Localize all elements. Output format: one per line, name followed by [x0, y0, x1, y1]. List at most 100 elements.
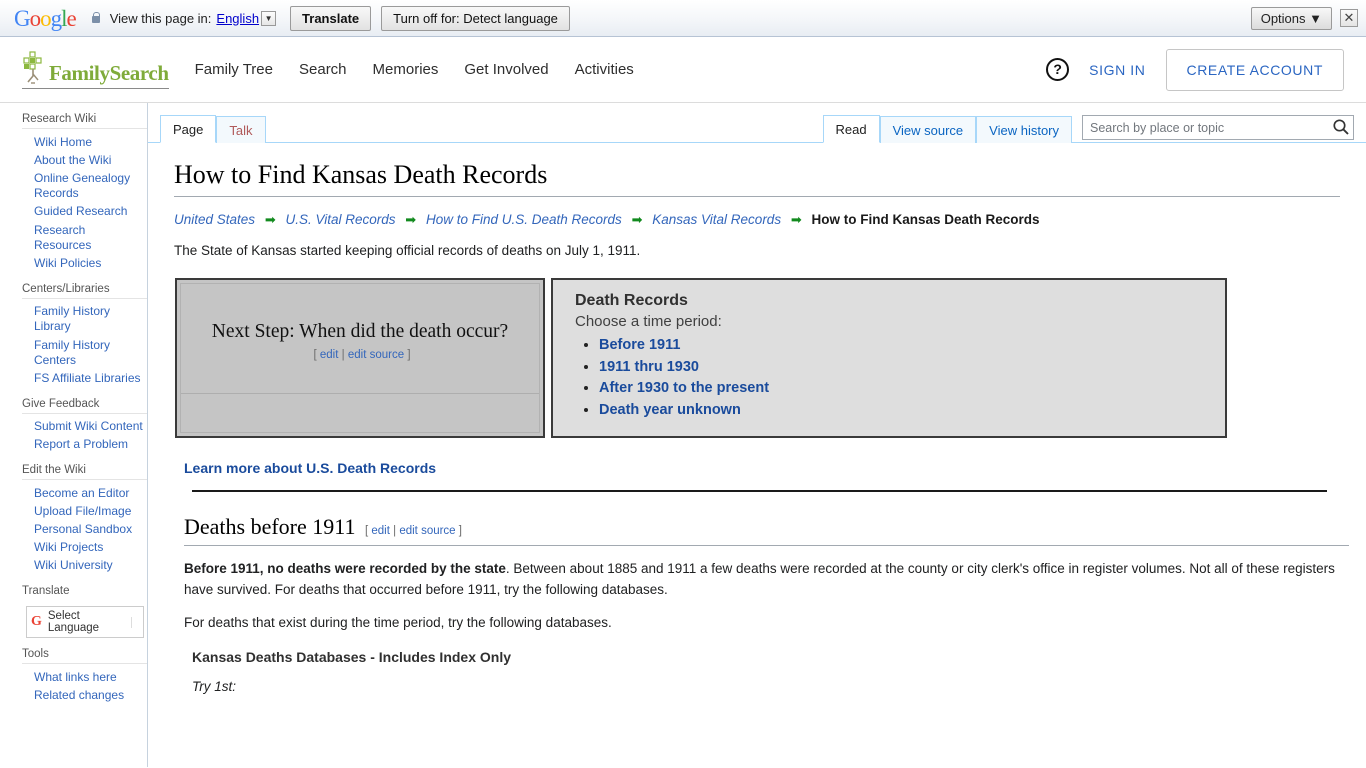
translate-options-button[interactable]: Options ▼	[1250, 6, 1332, 30]
sidebar-link-online-genealogy-records[interactable]: Online Genealogy Records	[22, 169, 147, 202]
next-step-table: Next Step: When did the death occur? [ e…	[175, 278, 1227, 439]
sidebar-link-wiki-projects[interactable]: Wiki Projects	[22, 539, 147, 557]
sidebar-item-about-the-wiki[interactable]: About the Wiki	[22, 151, 147, 169]
sidebar-item-research-resources[interactable]: Research Resources	[22, 221, 147, 254]
tab-read[interactable]: Read	[822, 115, 880, 143]
edit-link[interactable]: edit	[371, 525, 390, 537]
edit-source-link[interactable]: edit source	[399, 525, 455, 537]
tab-talk[interactable]: Talk	[216, 116, 266, 143]
help-icon[interactable]: ?	[1046, 58, 1070, 81]
sidebar-list-tools: What links here Related changes	[22, 663, 147, 704]
lock-icon	[90, 11, 102, 25]
translate-prompt-label: View this page in:	[109, 10, 212, 26]
sidebar-link-research-resources[interactable]: Research Resources	[22, 221, 147, 254]
sidebar-link-report-a-problem[interactable]: Report a Problem	[22, 436, 147, 454]
list-item[interactable]: After 1930 to the present	[599, 379, 1209, 396]
sidebar-item-wiki-university[interactable]: Wiki University	[22, 557, 147, 575]
sidebar-item-guided-research[interactable]: Guided Research	[22, 203, 147, 221]
breadcrumb-link-united-states[interactable]: United States	[174, 212, 255, 227]
familysearch-logo[interactable]: FamilySearch	[22, 50, 169, 89]
sidebar-link-guided-research[interactable]: Guided Research	[22, 203, 147, 221]
sidebar-link-wiki-university[interactable]: Wiki University	[22, 557, 147, 575]
select-language-widget[interactable]: G Select Language	[26, 606, 144, 639]
sidebar-section-title-research-wiki: Research Wiki	[22, 113, 97, 125]
death-records-link-1911-thru-1930[interactable]: 1911 thru 1930	[599, 359, 699, 375]
sidebar-item-upload-file-image[interactable]: Upload File/Image	[22, 502, 147, 520]
sidebar-item-fs-affiliate-libraries[interactable]: FS Affiliate Libraries	[22, 369, 147, 387]
sidebar-item-what-links-here[interactable]: What links here	[22, 668, 147, 686]
section-heading-text: Deaths before 1911	[184, 514, 356, 540]
death-records-cell: Death Records Choose a time period: Befo…	[551, 278, 1227, 439]
breadcrumb-link-how-to-find-us-death-records[interactable]: How to Find U.S. Death Records	[426, 212, 622, 227]
breadcrumb-arrow-icon: ➡	[790, 212, 802, 228]
search-box	[1082, 115, 1354, 140]
list-item[interactable]: Before 1911	[599, 336, 1209, 353]
breadcrumb-link-us-vital-records[interactable]: U.S. Vital Records	[285, 212, 395, 227]
subheading-kansas-deaths-databases: Kansas Deaths Databases - Includes Index…	[192, 649, 512, 666]
breadcrumb-arrow-icon: ➡	[405, 212, 417, 228]
sidebar-list-edit-the-wiki: Become an Editor Upload File/Image Perso…	[22, 479, 147, 575]
sidebar-link-personal-sandbox[interactable]: Personal Sandbox	[22, 520, 147, 538]
list-item[interactable]: 1911 thru 1930	[599, 358, 1209, 375]
translate-language-link[interactable]: English	[216, 11, 259, 26]
search-icon[interactable]	[1332, 118, 1350, 136]
sidebar-section-title-give-feedback: Give Feedback	[22, 397, 100, 410]
close-icon[interactable]: ✕	[1340, 9, 1358, 27]
nav-item-search[interactable]: Search	[299, 61, 347, 78]
sidebar-link-family-history-centers[interactable]: Family History Centers	[22, 336, 147, 369]
sidebar-link-submit-wiki-content[interactable]: Submit Wiki Content	[22, 418, 147, 436]
intro-paragraph: The State of Kansas started keeping offi…	[174, 243, 641, 259]
nav-item-memories[interactable]: Memories	[373, 61, 439, 78]
sidebar-item-become-an-editor[interactable]: Become an Editor	[22, 484, 147, 502]
sidebar-item-personal-sandbox[interactable]: Personal Sandbox	[22, 520, 147, 538]
edit-bracket-open: [	[364, 525, 369, 538]
learn-more-link[interactable]: Learn more about U.S. Death Records	[184, 460, 436, 476]
breadcrumb-link-kansas-vital-records[interactable]: Kansas Vital Records	[652, 212, 781, 227]
nav-item-get-involved[interactable]: Get Involved	[464, 61, 548, 78]
list-item[interactable]: Death year unknown	[599, 401, 1209, 418]
death-records-link-before-1911[interactable]: Before 1911	[599, 337, 680, 353]
google-logo: Google	[14, 5, 77, 31]
sidebar-link-wiki-policies[interactable]: Wiki Policies	[22, 254, 147, 272]
familysearch-wordmark: FamilySearch	[49, 61, 169, 85]
tab-view-history[interactable]: View history	[976, 116, 1072, 143]
sidebar-link-what-links-here[interactable]: What links here	[22, 668, 147, 686]
sidebar-item-related-changes[interactable]: Related changes	[22, 686, 147, 704]
create-account-button[interactable]: CREATE ACCOUNT	[1165, 48, 1344, 91]
edit-source-link[interactable]: edit source	[348, 349, 404, 361]
content-area: Page Talk Read View source View history …	[148, 103, 1366, 767]
sidebar-link-fs-affiliate-libraries[interactable]: FS Affiliate Libraries	[22, 369, 147, 387]
sidebar-link-wiki-home[interactable]: Wiki Home	[22, 133, 147, 151]
sidebar-item-wiki-home[interactable]: Wiki Home	[22, 133, 147, 151]
chevron-down-icon[interactable]: ▼	[261, 10, 277, 26]
sidebar-section-title-edit-the-wiki: Edit the Wiki	[22, 464, 86, 477]
sidebar-item-family-history-library[interactable]: Family History Library	[22, 303, 147, 336]
sidebar-link-about-the-wiki[interactable]: About the Wiki	[22, 151, 147, 169]
turn-off-translate-button[interactable]: Turn off for: Detect language	[381, 5, 570, 31]
death-records-link-after-1930-to-the-present[interactable]: After 1930 to the present	[599, 380, 769, 396]
sidebar-item-family-history-centers[interactable]: Family History Centers	[22, 336, 147, 369]
death-records-link-death-year-unknown[interactable]: Death year unknown	[599, 402, 741, 418]
sidebar-item-online-genealogy-records[interactable]: Online Genealogy Records	[22, 169, 147, 202]
death-records-title: Death Records	[575, 292, 688, 310]
try-first-label: Try 1st:	[192, 679, 237, 695]
nav-item-family-tree[interactable]: Family Tree	[195, 61, 273, 78]
sidebar-item-wiki-policies[interactable]: Wiki Policies	[22, 254, 147, 272]
translate-button[interactable]: Translate	[290, 5, 372, 31]
tab-view-source[interactable]: View source	[879, 116, 977, 143]
sidebar-link-family-history-library[interactable]: Family History Library	[22, 303, 147, 336]
sidebar-link-become-an-editor[interactable]: Become an Editor	[22, 484, 147, 502]
sidebar-item-submit-wiki-content[interactable]: Submit Wiki Content	[22, 418, 147, 436]
sidebar-item-wiki-projects[interactable]: Wiki Projects	[22, 539, 147, 557]
sign-in-link[interactable]: SIGN IN	[1089, 62, 1145, 78]
family-tree-icon	[23, 51, 42, 84]
edit-link[interactable]: edit	[320, 349, 339, 361]
sidebar-link-related-changes[interactable]: Related changes	[22, 686, 147, 704]
sidebar-section-title-centers-libraries: Centers/Libraries	[22, 282, 110, 295]
sidebar-item-report-a-problem[interactable]: Report a Problem	[22, 436, 147, 454]
sidebar-link-upload-file-image[interactable]: Upload File/Image	[22, 502, 147, 520]
chevron-down-icon[interactable]	[131, 616, 139, 628]
tab-page[interactable]: Page	[160, 115, 217, 143]
search-input[interactable]	[1082, 115, 1354, 140]
nav-item-activities[interactable]: Activities	[575, 61, 634, 78]
